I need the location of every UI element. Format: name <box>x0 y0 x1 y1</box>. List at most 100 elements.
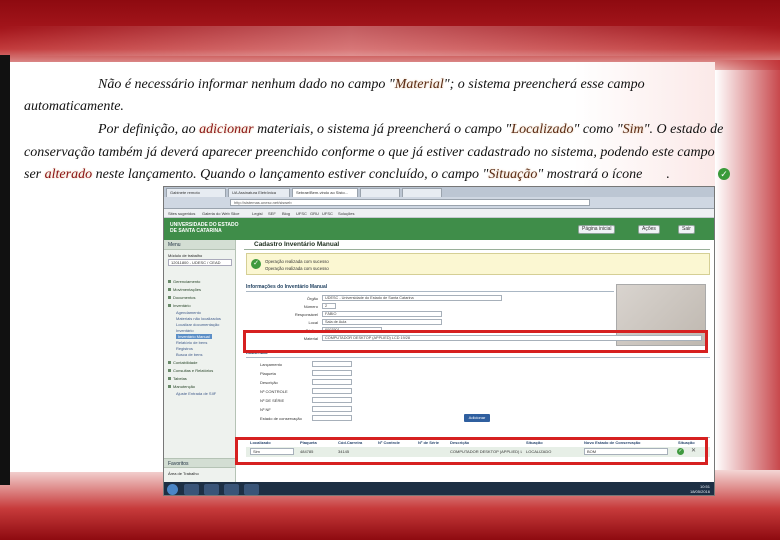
sidebar-unit-label: Módulo de trabalho <box>168 253 203 258</box>
bookmark[interactable]: Legisl <box>252 211 262 216</box>
field-plaqueta[interactable] <box>312 370 352 376</box>
field-label-lancamento: Lançamento <box>260 362 283 367</box>
sidebar-subitem[interactable]: Localizar documentação <box>176 322 219 327</box>
sidebar-workspace-label[interactable]: Área de Trabalho <box>168 471 199 476</box>
field-descricao[interactable] <box>312 379 352 385</box>
field-local[interactable]: Sala de Aula <box>322 319 442 325</box>
field-label-responsavel: Responsável <box>294 312 318 317</box>
field-label-estado: Estado de conservação <box>260 416 302 421</box>
field-label-nf: Nº NF <box>260 407 271 412</box>
text-fragment: ser <box>24 167 45 182</box>
sidebar-subitem[interactable]: Materiais não localizados <box>176 316 221 321</box>
windows-taskbar: 10:51 18/05/2016 <box>164 482 714 495</box>
sidebar-subitem-selected[interactable]: Inventário Manual <box>176 334 212 339</box>
app-logo: UNIVERSIDADE DO ESTADO DE SANTA CATARINA <box>170 222 239 234</box>
highlight-alterado: alterado <box>44 167 93 182</box>
home-button[interactable]: Página inicial <box>578 225 616 234</box>
field-controle[interactable] <box>312 388 352 394</box>
sidebar-item-contabilidade[interactable]: Contabilidade <box>168 360 197 365</box>
start-icon[interactable] <box>167 484 178 495</box>
instruction-line-2: automaticamente. <box>24 95 124 118</box>
sidebar-item-gerenciamento[interactable]: Gerenciamento <box>168 279 200 284</box>
browser-tab-strip: Gabinete remoto UA Assinatura Eletrônica… <box>164 187 714 197</box>
field-responsavel[interactable]: FÁBIO <box>322 311 442 317</box>
add-button[interactable]: Adicionar <box>464 414 490 422</box>
bookmark[interactable]: UFSC <box>322 211 333 216</box>
highlight-situacao: Situação <box>488 167 538 182</box>
sidebar-subitem[interactable]: Registros <box>176 346 193 351</box>
sidebar-subitem[interactable]: Agendamento <box>176 310 201 315</box>
browser-tab[interactable] <box>402 188 442 197</box>
text-fragment: neste lançamento. Quando o lançamento es… <box>92 167 489 182</box>
highlight-adicionar: adicionar <box>199 122 254 137</box>
page-title: Cadastro Inventário Manual <box>254 241 340 248</box>
browser-tab[interactable] <box>360 188 400 197</box>
slide-right-gradient <box>715 60 780 480</box>
taskbar-app-icon[interactable] <box>244 484 259 495</box>
field-label-local: Local <box>308 320 318 325</box>
bookmark[interactable]: GRU <box>310 211 319 216</box>
address-bar[interactable]: http://sistemas.unesc.net/sisweb <box>230 199 590 206</box>
field-estado-select[interactable] <box>312 415 352 421</box>
success-text: Operação realizada com sucesso <box>265 259 329 264</box>
text-fragment: " mostrará o ícone <box>537 167 643 182</box>
field-serie[interactable] <box>312 397 352 403</box>
instruction-line-5: ser alterado neste lançamento. Quando o … <box>24 163 670 186</box>
section-divider <box>246 357 710 358</box>
sidebar: Menu Módulo de trabalho 12011800 - UDESC… <box>164 240 236 482</box>
field-label-orgao: Órgão <box>306 296 318 301</box>
actions-button[interactable]: Ações <box>638 225 660 234</box>
app-header: UNIVERSIDADE DO ESTADO DE SANTA CATARINA… <box>164 218 714 240</box>
field-label-serie: Nº DE SÉRIE <box>260 398 285 403</box>
logo-line: DE SANTA CATARINA <box>170 228 222 234</box>
success-message: ✓ Operação realizada com sucesso Operaçã… <box>246 253 710 275</box>
text-fragment: ". O estado de <box>643 122 724 137</box>
taskbar-app-icon[interactable] <box>204 484 219 495</box>
browser-tab[interactable]: UA Assinatura Eletrônica <box>228 188 290 197</box>
field-label-descricao: Descrição <box>260 380 278 385</box>
sidebar-item-consultas[interactable]: Consultas e Relatórios <box>168 368 213 373</box>
sidebar-item-inventario[interactable]: Inventário <box>168 303 191 308</box>
sidebar-heading[interactable]: Menu <box>164 240 235 250</box>
sidebar-subitem[interactable]: Inventário <box>176 328 194 333</box>
sidebar-subitem[interactable]: Ajuste Entrada de SIIF <box>176 391 216 396</box>
browser-chrome: Gabinete remoto UA Assinatura Eletrônica… <box>164 187 714 209</box>
slide-header-band <box>0 0 780 70</box>
field-label-controle: Nº CONTROLE <box>260 389 288 394</box>
sidebar-item-documentos[interactable]: Documentos <box>168 295 195 300</box>
section-divider <box>246 291 614 292</box>
field-orgao[interactable]: UDESC - Universidade do Estado de Santa … <box>322 295 502 301</box>
sidebar-subitem[interactable]: Relatório de bens <box>176 340 207 345</box>
sidebar-unit-select[interactable]: 12011800 - UDESC / CEAD <box>168 259 232 266</box>
highlight-box-table-row <box>235 437 708 465</box>
bookmark[interactable]: Sites sugeridos <box>168 211 195 216</box>
bookmark[interactable]: Blog <box>282 211 290 216</box>
taskbar-app-icon[interactable] <box>184 484 199 495</box>
sidebar-subitem[interactable]: Busca de bens <box>176 352 202 357</box>
field-label-plaqueta: Plaqueta <box>260 371 276 376</box>
sidebar-item-movimentacoes[interactable]: Movimentações <box>168 287 201 292</box>
bookmark[interactable]: UFSC <box>296 211 307 216</box>
section-info-title: Informações do Inventário Manual <box>246 284 328 290</box>
slide-left-bar <box>0 55 10 485</box>
bookmark[interactable]: Galeria do Web Slice <box>202 211 240 216</box>
field-label-numero: Número <box>303 304 318 309</box>
sidebar-item-tabelas[interactable]: Tabelas <box>168 376 187 381</box>
check-circle-icon: ✓ <box>718 168 730 180</box>
bookmark[interactable]: Soluções <box>338 211 354 216</box>
field-numero[interactable]: 2 <box>322 303 336 309</box>
sidebar-favorites-heading[interactable]: Favoritos <box>164 458 235 468</box>
page-title-bar: Cadastro Inventário Manual <box>244 241 710 250</box>
bookmark[interactable]: SEF <box>268 211 276 216</box>
browser-tab[interactable]: Gabinete remoto <box>166 188 226 197</box>
logout-button[interactable]: Sair <box>678 225 695 234</box>
field-nf[interactable] <box>312 406 352 412</box>
field-lancamento[interactable] <box>312 361 352 367</box>
text-fragment: Não é necessário informar nenhum dado no… <box>98 77 395 92</box>
text-fragment: conservação também já deverá aparecer pr… <box>24 145 715 160</box>
sidebar-item-manutencao[interactable]: Manutenção <box>168 384 195 389</box>
taskbar-app-icon[interactable] <box>224 484 239 495</box>
success-check-icon: ✓ <box>251 259 261 269</box>
browser-tab-active[interactable]: Sebrae/Bem-vindo ao Sisto... <box>292 188 358 197</box>
text-fragment: Por definição, ao <box>98 122 200 137</box>
